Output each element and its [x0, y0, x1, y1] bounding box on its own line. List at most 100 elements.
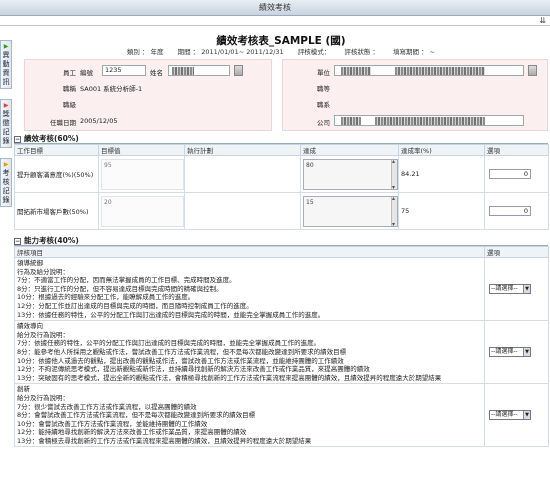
company-label: 公司	[317, 119, 330, 127]
company-field[interactable]	[334, 115, 524, 126]
item-line: 7分：很少嘗試去改善工作方法或作業流程，以提高團體的績效	[17, 402, 197, 411]
item-line: 7分：不適當工作的分配，因而無法掌握成員的工作目標、完成時間及進度。	[17, 276, 236, 285]
meta-period: 期間 ： 2011/01/01~ 2011/12/31	[177, 48, 284, 56]
achieved-cell: 15	[300, 192, 399, 230]
employee-lookup-button[interactable]	[234, 65, 243, 76]
score-cell: 0	[484, 192, 549, 230]
side-tab-evaluation-records[interactable]: ▶ 考 核 記 錄	[0, 158, 12, 207]
performance-header-row: 工作目標 目標值 執行計劃 達成 達成率(%) 選項	[14, 144, 549, 156]
job-series-label: 職系	[317, 101, 330, 109]
item-title: 領導統御	[17, 259, 43, 267]
double-chevron-down-icon[interactable]: ⇊	[539, 16, 546, 26]
score-input[interactable]: 0	[489, 169, 531, 179]
col-item: 評核項目	[14, 246, 485, 258]
achieved-value: 80	[306, 161, 314, 169]
meta-category: 類別 ： 年度	[126, 48, 164, 56]
select-value: --請選擇--	[491, 348, 518, 356]
col-target: 目標值	[98, 144, 185, 156]
collapse-icon[interactable]: −	[14, 135, 21, 143]
item-line: 7分：依據任務的特性，公平的分配工作與訂出達成的目標與完成的時間，並能完全掌握成…	[17, 339, 321, 348]
form-title: 績效考核表_SAMPLE (國)	[216, 35, 346, 47]
plan-cell	[184, 155, 301, 193]
job-title-value: SA001 系統分析師-1	[80, 85, 143, 93]
rate-cell: 75	[398, 192, 485, 230]
scrollbar[interactable]	[391, 158, 397, 191]
window-title: 績效考核	[0, 0, 550, 16]
col-plan: 執行計劃	[184, 144, 301, 156]
scrollbar[interactable]	[391, 195, 397, 228]
table-row: 績效導向 給分及行為說明： 7分：依據任務的特性，公平的分配工作與訂出達成的目標…	[14, 320, 549, 385]
score-select[interactable]: --請選擇-- ▼	[489, 284, 531, 295]
item-line: 12分：不拘泥傳統思考模式，提出新觀點或新作法，並持續尋找創新的解決方法來改善工…	[17, 365, 370, 374]
performance-table: 工作目標 目標值 執行計劃 達成 達成率(%) 選項 提升顧客滿意度(%)(50…	[14, 144, 549, 230]
emp-no-field[interactable]: 1235	[102, 65, 146, 76]
performance-section-title: 績效考核(60%)	[24, 134, 79, 143]
job-title-label: 職稱	[63, 85, 76, 93]
side-tab-label: 考 核 記 錄	[2, 169, 10, 204]
item-subtitle: 行為及給分說明：	[17, 267, 69, 276]
option-cell: --請選擇-- ▼	[484, 256, 549, 322]
goal-cell: 提升顧客滿意度(%)(50%)	[14, 155, 99, 193]
item-line: 10分：會嘗試改善工作方法或作業流程，並能維持團體的工作績效	[17, 419, 208, 428]
unit-field[interactable]	[334, 65, 524, 76]
side-tab-rewards[interactable]: ▶ 獎 懲 記 錄	[0, 99, 12, 148]
chevron-down-icon: ▼	[523, 348, 530, 357]
goal-cell: 開拓新市場客戶數(50%)	[14, 192, 99, 230]
rate-cell: 84.21	[398, 155, 485, 193]
col-rate: 達成率(%)	[398, 144, 485, 156]
target-textarea: 95	[101, 158, 184, 190]
plan-cell	[184, 192, 301, 230]
item-line: 10分：依據他人或過去的觀點，提出改善的觀點或作法，嘗試改善工作方法或作業流程，…	[17, 356, 344, 365]
score-cell: 0	[484, 155, 549, 193]
triangle-right-icon: ▶	[3, 43, 9, 50]
redacted-name	[172, 67, 194, 75]
redacted-company-code	[341, 117, 361, 125]
chevron-down-icon: ▼	[523, 285, 530, 294]
redacted-unit-name	[395, 67, 485, 75]
name-field[interactable]	[168, 65, 230, 76]
side-tab-transfer-info[interactable]: ▶ 異 動 資 訊	[0, 40, 12, 89]
toolbar: ⇊	[0, 16, 550, 26]
collapse-icon[interactable]: −	[14, 237, 21, 245]
score-input[interactable]: 0	[489, 206, 531, 216]
chevron-down-icon: ▼	[523, 411, 530, 420]
achieved-textarea[interactable]: 15	[303, 195, 398, 228]
emp-label: 員工	[63, 69, 76, 77]
achieved-cell: 80	[300, 155, 399, 193]
competency-section-title: 能力考核(40%)	[24, 236, 79, 245]
performance-section-header[interactable]: − 績效考核(60%)	[14, 134, 548, 144]
target-cell: 20	[98, 192, 185, 230]
side-tab-label: 獎 懲 記 錄	[2, 110, 10, 145]
competency-table: 評核項目 選項 領導統御 行為及給分說明： 7分：不適當工作的分配，因而無法掌握…	[14, 246, 549, 448]
triangle-right-icon: ▶	[3, 102, 9, 109]
employee-info: 員工 編號 1235 姓名 職稱 SA001 系統分析師-1 職級 任職日期 2…	[14, 59, 548, 131]
col-achieved: 達成	[300, 144, 399, 156]
table-row: 創新 給分及行為說明： 7分：很少嘗試去改善工作方法或作業流程，以提高團體的績效…	[14, 383, 549, 448]
redacted-unit-code	[341, 67, 371, 75]
main-content: 績效考核表_SAMPLE (國) 類別 ： 年度 期間 ： 2011/01/01…	[14, 27, 549, 479]
option-cell: --請選擇-- ▼	[484, 383, 549, 448]
unit-lookup-button[interactable]	[528, 65, 537, 76]
side-tabs: ▶ 異 動 資 訊 ▶ 獎 懲 記 錄 ▶ 考 核 記 錄	[0, 40, 12, 217]
table-row: 領導統御 行為及給分說明： 7分：不適當工作的分配，因而無法掌握成員的工作目標、…	[14, 256, 549, 322]
target-cell: 95	[98, 155, 185, 193]
option-cell: --請選擇-- ▼	[484, 320, 549, 385]
triangle-right-icon: ▶	[3, 161, 9, 168]
score-select[interactable]: --請選擇-- ▼	[489, 347, 531, 358]
hire-date-value: 2005/12/05	[80, 117, 118, 125]
item-line: 13分：依據任務的特性，公平的分配工作與訂出達成的目標與完成的時間，並能完全掌握…	[17, 310, 325, 319]
item-line: 12分：分配工作並訂出達成的目標與完成的時間，而且隨時控制成員工作的進度。	[17, 301, 253, 310]
competency-item-cell: 創新 給分及行為說明： 7分：很少嘗試去改善工作方法或作業流程，以提高團體的績效…	[14, 383, 485, 448]
competency-section-header[interactable]: − 能力考核(40%)	[14, 236, 548, 246]
score-select[interactable]: --請選擇-- ▼	[489, 410, 531, 421]
col-option: 選項	[484, 246, 549, 258]
hire-date-label: 任職日期	[50, 119, 76, 127]
meta-sign-period: 填寫期間 ： ~	[393, 48, 436, 56]
item-subtitle: 給分及行為說明：	[17, 393, 69, 402]
name-label: 姓名	[150, 69, 163, 77]
select-value: --請選擇--	[491, 285, 518, 293]
target-textarea: 20	[101, 195, 184, 227]
item-line: 10分：根據過去的經驗來分配工作，能瞭解成員工作的進度。	[17, 293, 195, 302]
competency-item-cell: 績效導向 給分及行為說明： 7分：依據任務的特性，公平的分配工作與訂出達成的目標…	[14, 320, 485, 385]
achieved-textarea[interactable]: 80	[303, 158, 398, 191]
